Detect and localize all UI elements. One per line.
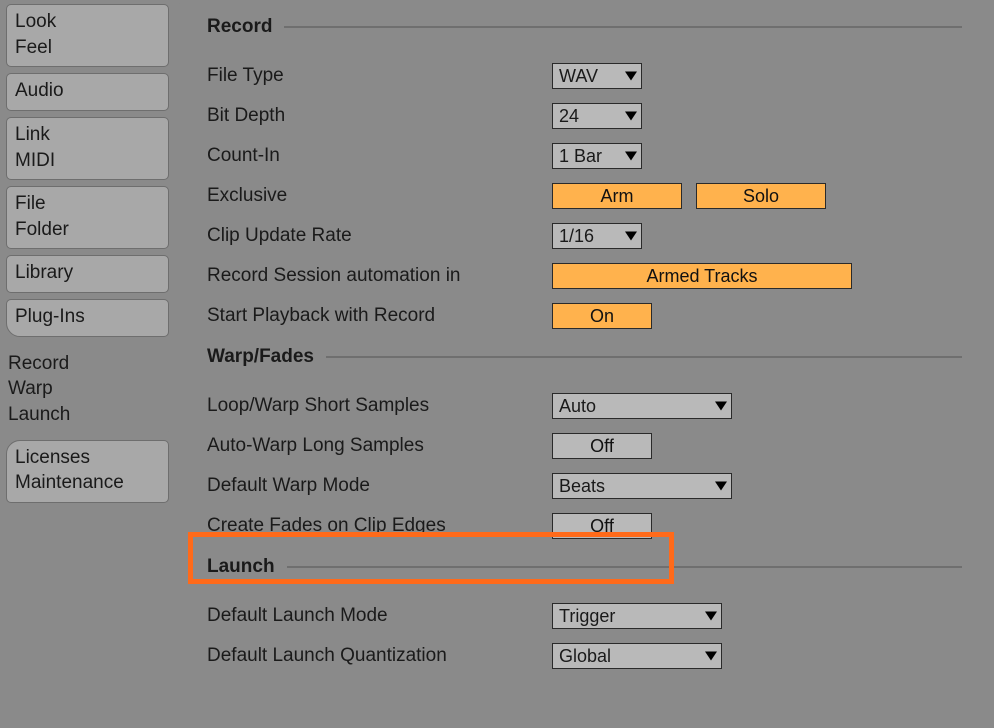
row-count-in: Count-In 1 Bar: [207, 136, 962, 176]
create-fades-toggle[interactable]: Off: [552, 513, 652, 539]
row-create-fades: Create Fades on Clip Edges Off: [207, 506, 962, 546]
clip-update-rate-select[interactable]: 1/16: [552, 223, 642, 249]
row-session-automation: Record Session automation in Armed Track…: [207, 256, 962, 296]
row-default-launch-mode: Default Launch Mode Trigger: [207, 596, 962, 636]
row-default-launch-quant: Default Launch Quantization Global: [207, 636, 962, 676]
divider: [326, 356, 962, 358]
exclusive-arm-button[interactable]: Arm: [552, 183, 682, 209]
row-loop-warp-short: Loop/Warp Short Samples Auto: [207, 386, 962, 426]
tab-audio[interactable]: Audio: [6, 73, 169, 111]
chevron-down-icon: [715, 402, 727, 411]
start-playback-toggle[interactable]: On: [552, 303, 652, 329]
chevron-down-icon: [625, 232, 637, 241]
chevron-down-icon: [625, 112, 637, 121]
row-auto-warp-long: Auto-Warp Long Samples Off: [207, 426, 962, 466]
bit-depth-select[interactable]: 24: [552, 103, 642, 129]
chevron-down-icon: [705, 652, 717, 661]
preferences-sidebar: Look Feel Audio Link MIDI File Folder Li…: [0, 0, 175, 728]
tab-record-warp-launch[interactable]: Record Warp Launch: [6, 343, 169, 434]
chevron-down-icon: [625, 152, 637, 161]
row-file-type: File Type WAV: [207, 56, 962, 96]
section-title: Launch: [207, 556, 275, 578]
divider: [287, 566, 962, 568]
row-clip-update-rate: Clip Update Rate 1/16: [207, 216, 962, 256]
tab-plugins[interactable]: Plug-Ins: [6, 299, 169, 337]
tab-file-folder[interactable]: File Folder: [6, 186, 169, 249]
tab-library[interactable]: Library: [6, 255, 169, 293]
row-exclusive: Exclusive Arm Solo: [207, 176, 962, 216]
loop-warp-short-select[interactable]: Auto: [552, 393, 732, 419]
chevron-down-icon: [715, 482, 727, 491]
chevron-down-icon: [705, 612, 717, 621]
default-launch-mode-select[interactable]: Trigger: [552, 603, 722, 629]
section-header-launch: Launch: [207, 556, 962, 578]
section-header-warp: Warp/Fades: [207, 346, 962, 368]
tab-licenses-maintenance[interactable]: Licenses Maintenance: [6, 440, 169, 503]
section-title: Warp/Fades: [207, 346, 314, 368]
default-warp-mode-select[interactable]: Beats: [552, 473, 732, 499]
file-type-select[interactable]: WAV: [552, 63, 642, 89]
preferences-panel: Record File Type WAV Bit Depth 24 Count-…: [175, 0, 994, 728]
count-in-select[interactable]: 1 Bar: [552, 143, 642, 169]
default-launch-quant-select[interactable]: Global: [552, 643, 722, 669]
row-start-playback: Start Playback with Record On: [207, 296, 962, 336]
divider: [284, 26, 962, 28]
row-default-warp-mode: Default Warp Mode Beats: [207, 466, 962, 506]
exclusive-solo-button[interactable]: Solo: [696, 183, 826, 209]
tab-look-feel[interactable]: Look Feel: [6, 4, 169, 67]
session-automation-button[interactable]: Armed Tracks: [552, 263, 852, 289]
section-title: Record: [207, 16, 272, 38]
section-header-record: Record: [207, 16, 962, 38]
auto-warp-long-toggle[interactable]: Off: [552, 433, 652, 459]
row-bit-depth: Bit Depth 24: [207, 96, 962, 136]
tab-link-midi[interactable]: Link MIDI: [6, 117, 169, 180]
chevron-down-icon: [625, 72, 637, 81]
